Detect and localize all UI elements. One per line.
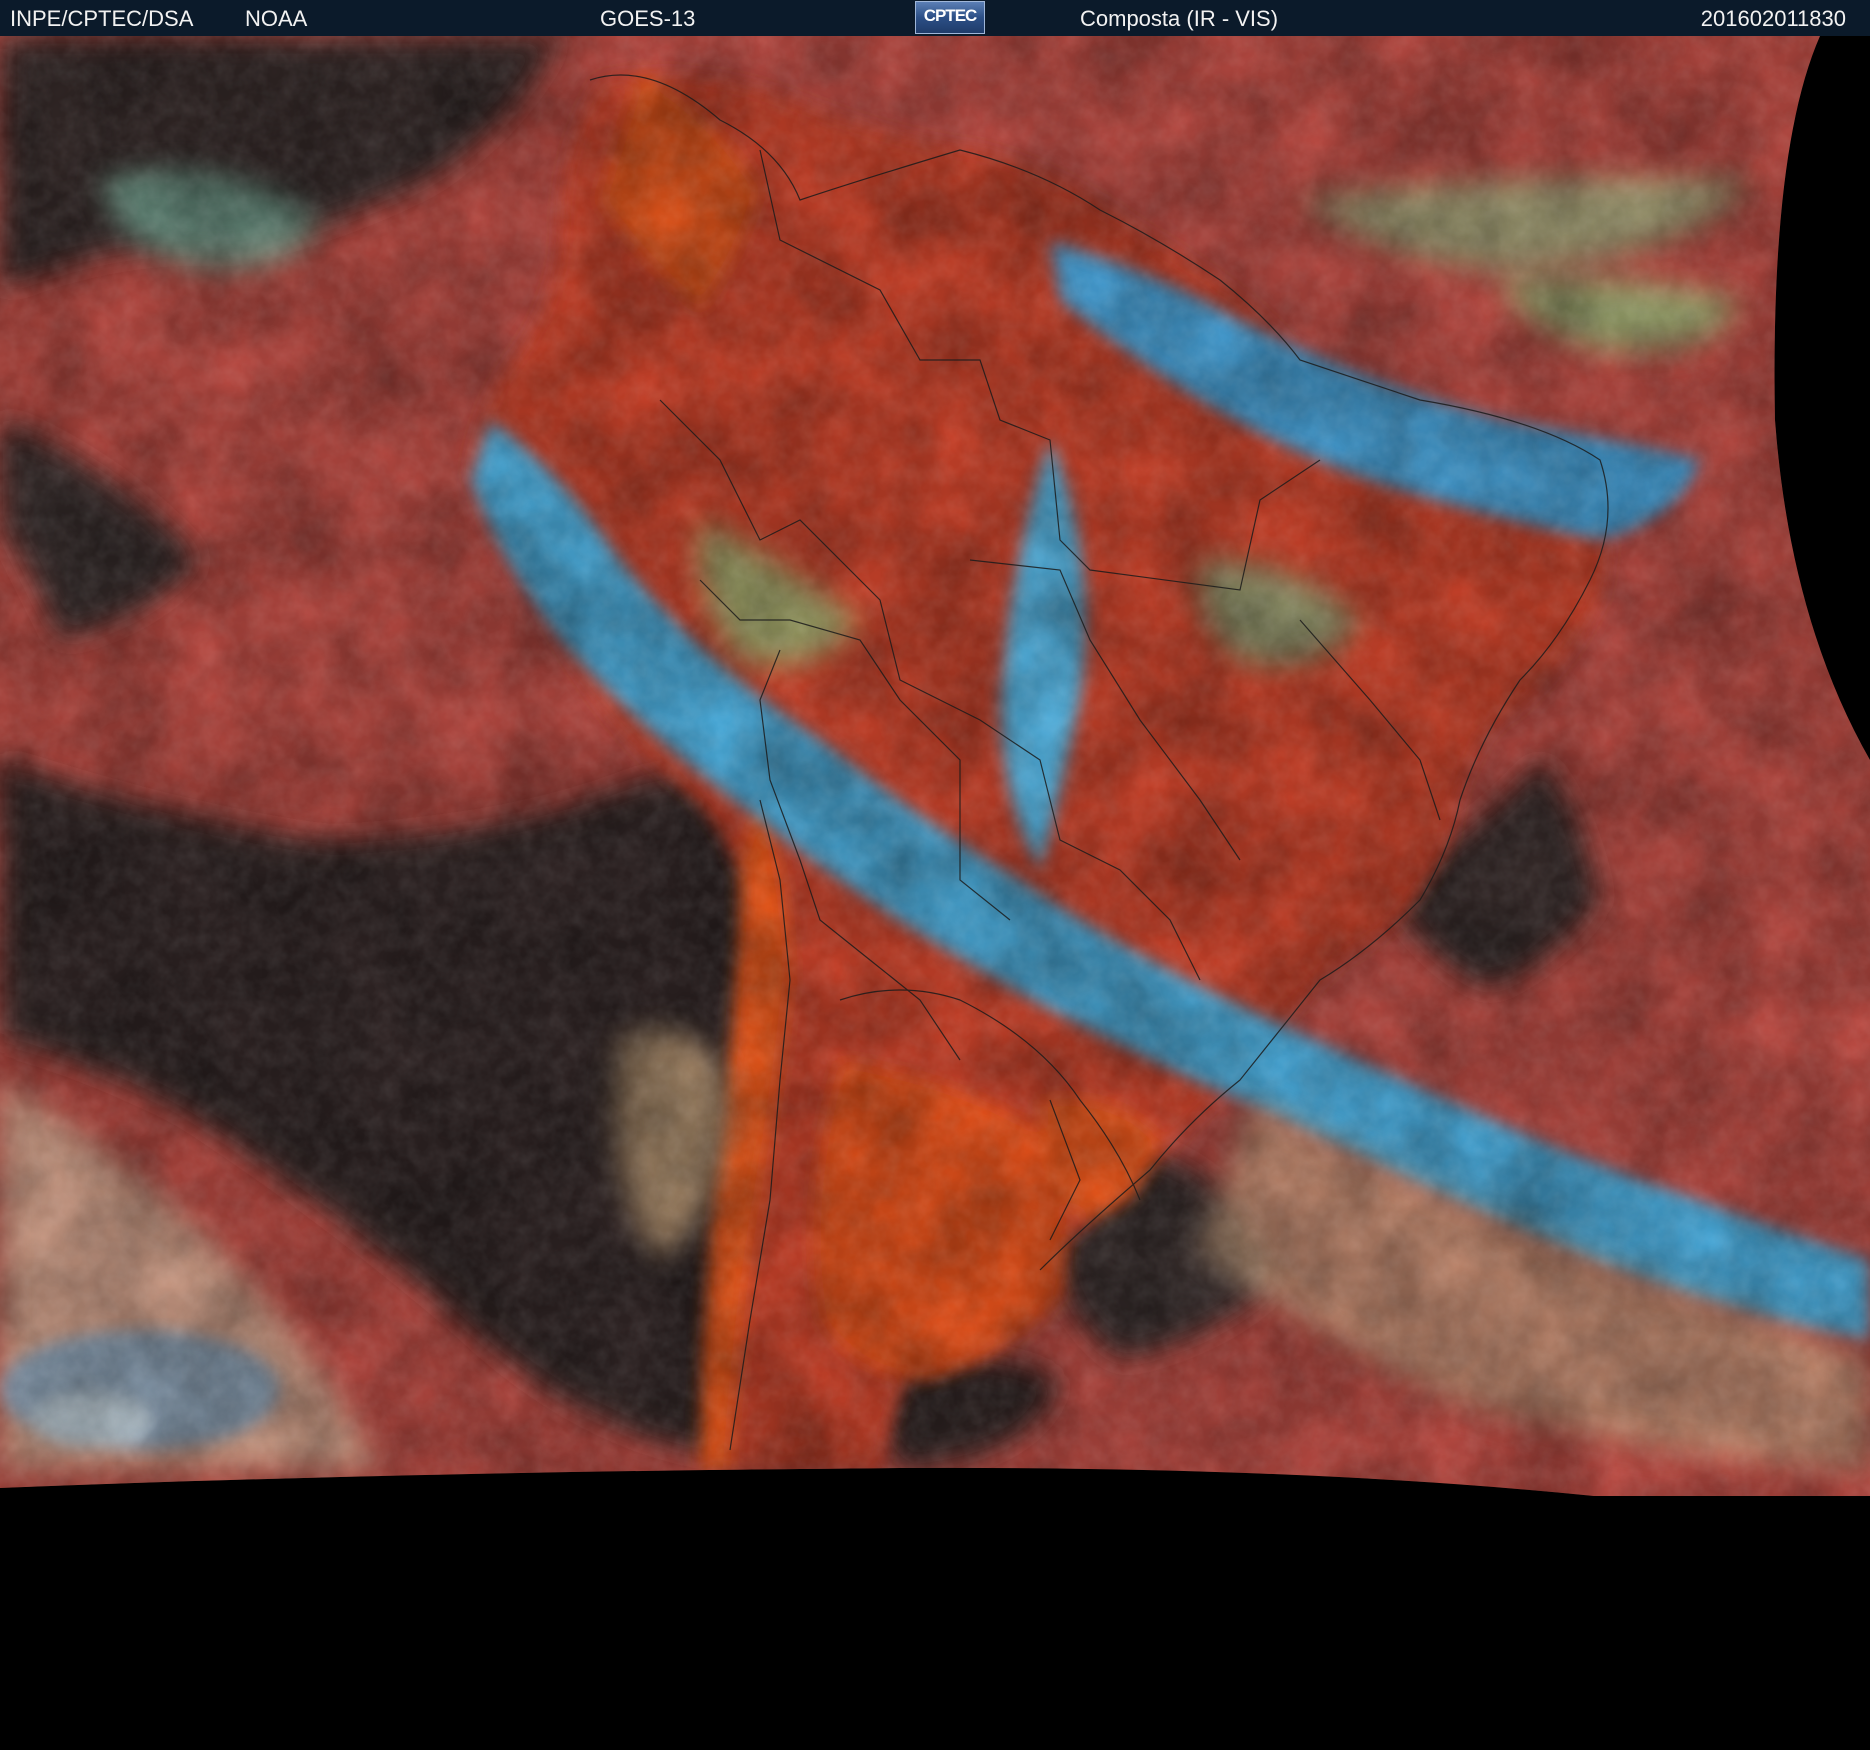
product-label: Composta (IR - VIS) bbox=[1080, 6, 1279, 31]
source-label: INPE/CPTEC/DSA bbox=[10, 6, 194, 31]
logo-text: CPTEC bbox=[923, 6, 978, 25]
satellite-disk bbox=[0, 36, 1870, 1496]
agency-label: NOAA bbox=[245, 6, 308, 31]
satellite-image bbox=[0, 36, 1870, 1750]
header-bar: INPE/CPTEC/DSA NOAA GOES-13 CPTEC Compos… bbox=[0, 0, 1870, 36]
satellite-label: GOES-13 bbox=[600, 6, 696, 31]
cptec-logo: CPTEC bbox=[915, 1, 985, 34]
timestamp-label: 201602011830 bbox=[1700, 6, 1846, 31]
